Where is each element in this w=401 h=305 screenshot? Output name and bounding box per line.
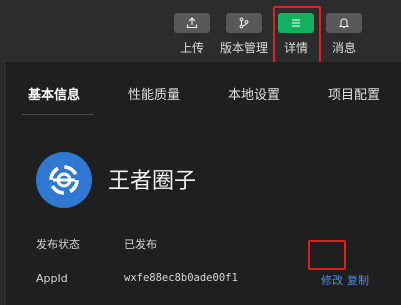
details-highlight-box [273,6,321,64]
bell-icon [338,18,350,28]
app-name: 王者圈子 [108,169,197,194]
tab-bar: 基本信息 性能质量 本地设置 项目配置 [6,62,401,116]
version-label: 版本管理 [219,41,268,55]
copy-link[interactable]: 复制 [347,272,369,288]
publish-status-label: 发布状态 [36,238,80,251]
app-logo-icon [49,165,79,195]
tab-basic-info[interactable]: 基本信息 [28,84,80,103]
appid-label: AppId [36,272,68,285]
tab-performance[interactable]: 性能质量 [128,84,180,103]
version-button[interactable] [226,13,262,33]
message-button[interactable] [326,13,362,33]
toolbar: 上传 版本管理 详情 消息 [0,0,401,64]
modify-link[interactable]: 修改 [321,272,343,288]
upload-label: 上传 [179,41,204,55]
tab-local-settings[interactable]: 本地设置 [228,84,280,103]
upload-button[interactable] [174,13,210,33]
version-tool[interactable]: 版本管理 [220,11,268,59]
message-tool[interactable]: 消息 [322,11,366,59]
appid-value: wxfe88ec8b0ade00f1 [124,272,238,284]
modify-highlight-box [308,240,346,270]
publish-status-value: 已发布 [124,238,157,251]
app-logo [36,152,92,208]
upload-tool[interactable]: 上传 [170,11,214,59]
active-tab-underline [22,114,94,115]
upload-icon [186,17,198,29]
tab-project-config[interactable]: 项目配置 [328,84,380,103]
message-label: 消息 [331,41,356,55]
branch-icon [239,17,249,29]
